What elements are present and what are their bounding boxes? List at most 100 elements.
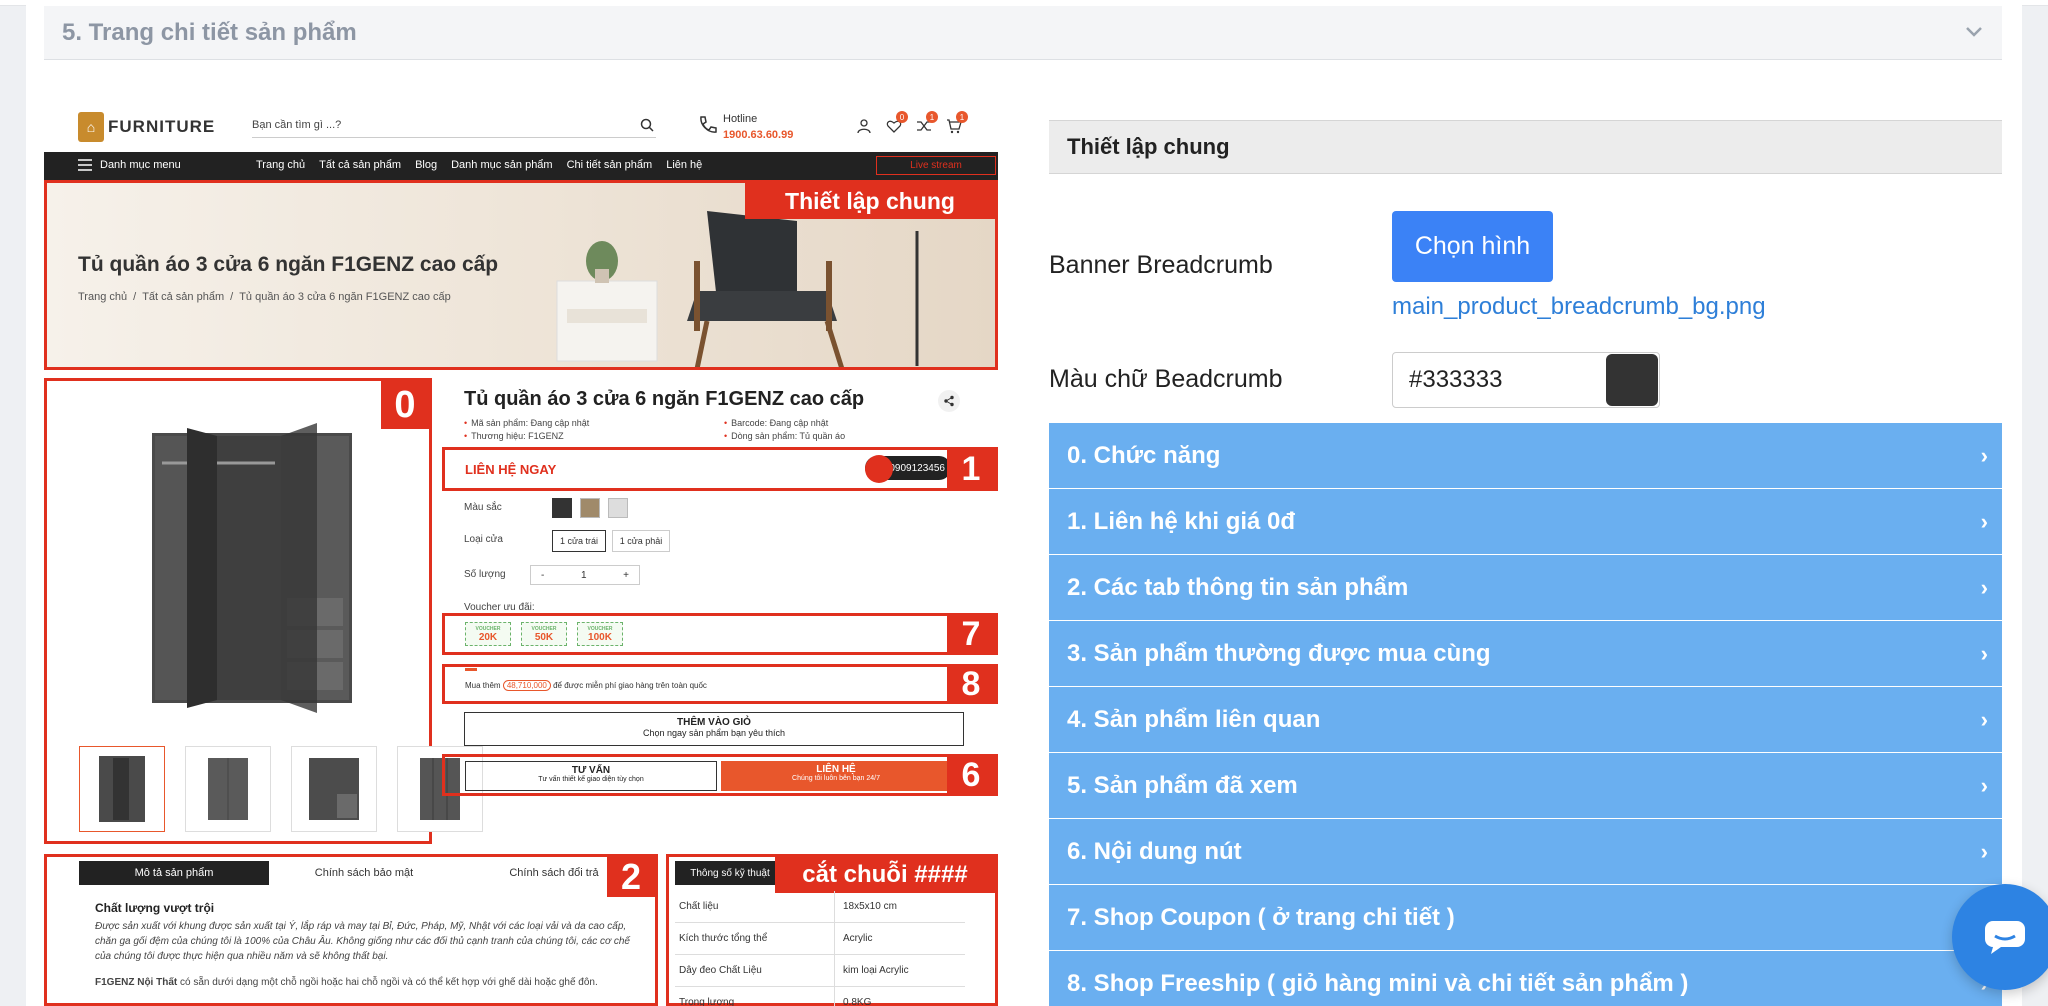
accordion-label: 8. Shop Freeship ( giỏ hàng mini và chi …: [1067, 969, 1689, 997]
nav-live-stream: Live stream: [876, 156, 996, 175]
cart-badge: 1: [956, 111, 968, 123]
accordion-item-functions[interactable]: 0. Chức năng ›: [1049, 423, 2002, 489]
chevron-right-icon: ›: [1980, 575, 1988, 600]
contact-sub: Chúng tôi luôn bên bạn 24/7: [792, 775, 880, 782]
accordion-item-button-content[interactable]: 6. Nội dung nút ›: [1049, 819, 2002, 885]
nav-links: Trang chủ Tất cả sản phẩm Blog Danh mục …: [256, 159, 702, 171]
wardrobe-image: [152, 423, 352, 713]
annotation-box-freeship: Mua thêm 48,710,000 để được miễn phí gia…: [442, 664, 998, 704]
banner-file-link[interactable]: main_product_breadcrumb_bg.png: [1392, 293, 1766, 321]
accordion-item-shop-coupon[interactable]: 7. Shop Coupon ( ở trang chi tiết )›: [1049, 885, 2002, 951]
chat-widget-button[interactable]: [1952, 884, 2048, 990]
chevron-down-icon[interactable]: [1960, 18, 1988, 46]
consult-button-preview: TƯ VẤN Tư vấn thiết kế giao diện tùy chọ…: [465, 761, 717, 791]
annotation-box-contact: LIÊN HỆ NGAY 0909123456 1: [442, 447, 998, 491]
accordion-label: 3. Sản phẩm thường được mua cùng: [1067, 639, 1491, 667]
breadcrumb-separator: /: [133, 291, 137, 303]
preview-logo: ⌂ FURNITURE: [78, 112, 215, 142]
accordion-label: 1. Liên hệ khi giá 0đ: [1067, 507, 1296, 535]
voucher-value: 20K: [478, 631, 498, 643]
description-body: Được sản xuất với khung được sản xuất tạ…: [95, 921, 630, 962]
spec-value: kim loại Acrylic: [843, 965, 909, 976]
voucher-chip: VOUCHER 100K: [577, 622, 623, 646]
chevron-right-icon: ›: [1980, 773, 1988, 798]
nav-link-contact: Liên hệ: [666, 159, 703, 171]
annotation-number-0: 0: [381, 381, 429, 429]
spec-annotation-tag: cắt chuỗi ####: [775, 857, 995, 893]
logo-text: FURNITURE: [108, 117, 216, 136]
product-tabs: Mô tả sản phẩm Chính sách bảo mật Chính …: [79, 861, 649, 885]
annotation-number-6: 6: [947, 756, 995, 794]
spec-table: Chất liệu 18x5x10 cm Kích thước tổng thể A…: [675, 891, 965, 1006]
breadcrumb-color-label: Màu chữ Beadcrumb: [1049, 365, 1283, 393]
accordion-item-product-tabs[interactable]: 2. Các tab thông tin sản phẩm ›: [1049, 555, 2002, 621]
accordion-item-bought-together[interactable]: 3. Sản phẩm thường được mua cùng ›: [1049, 621, 2002, 687]
description-heading: Chất lượng vượt trội: [95, 901, 215, 915]
hotline-label: Hotline: [723, 113, 758, 125]
preview-nav: Danh mục menu Trang chủ Tất cả sản phẩm …: [44, 152, 998, 180]
annotation-box-voucher: VOUCHER 20K VOUCHER 50K VOUCHER 100K 7: [442, 613, 998, 655]
accordion-item-related-products[interactable]: 4. Sản phẩm liên quan ›: [1049, 687, 2002, 753]
nav-link-product-detail: Chi tiết sản phẩm: [566, 159, 653, 171]
product-meta: Mã sản phẩm: Đang cập nhật Barcode: Đang…: [464, 418, 984, 441]
header-icons: 0 1 1: [856, 111, 968, 134]
color-swatch: [552, 498, 572, 518]
hotline-number: 1900.63.60.99: [723, 129, 794, 141]
preview-banner: Tủ quần áo 3 cửa 6 ngăn F1GENZ cao cấp T…: [44, 180, 998, 370]
consult-title: TƯ VẤN: [571, 765, 611, 776]
banner-breadcrumb-label: Banner Breadcrumb: [1049, 251, 1273, 279]
color-picker-swatch[interactable]: [1606, 354, 1658, 406]
wishlist-heart-icon: 0: [886, 111, 908, 134]
quantity-stepper: - 1 +: [530, 565, 640, 585]
voucher-label: Voucher ưu đãi:: [464, 602, 535, 613]
nav-link-all-products: Tất cả sản phẩm: [319, 159, 402, 171]
meta-type: Dòng sản phẩm: Tủ quần áo: [724, 431, 984, 441]
section-header[interactable]: 5. Trang chi tiết sản phẩm: [44, 6, 2002, 60]
banner-annotation-tag: Thiết lập chung: [745, 183, 995, 219]
accordion-item-viewed-products[interactable]: 5. Sản phẩm đã xem ›: [1049, 753, 2002, 819]
freeship-prefix: Mua thêm: [465, 681, 501, 690]
color-swatch: [608, 498, 628, 518]
compare-shuffle-icon: 1: [916, 111, 938, 134]
accordion-label: 0. Chức năng: [1067, 441, 1221, 469]
breadcrumb-item: Tất cả sản phẩm: [142, 291, 225, 303]
accordion-label: 5. Sản phẩm đã xem: [1067, 771, 1298, 799]
banner-title: Tủ quần áo 3 cửa 6 ngăn F1GENZ cao cấp: [78, 253, 499, 276]
spec-row: Dây đeo Chất Liệu kim loại Acrylic: [675, 955, 965, 987]
add-to-cart-title: THÊM VÀO GIỎ: [677, 717, 751, 728]
contact-phone: 0909123456: [889, 462, 945, 474]
accordion-item-contact-zero-price[interactable]: 1. Liên hệ khi giá 0đ ›: [1049, 489, 2002, 555]
user-icon: [857, 119, 871, 134]
search-icon: [640, 118, 654, 132]
annotation-box-specs: Thông số kỹ thuật cắt chuỗi #### Chất li…: [666, 854, 998, 1006]
gallery-thumbnail: [185, 746, 271, 832]
spec-row: Trọng lượng 0.8KG: [675, 987, 965, 1006]
spec-key: Kích thước tổng thể: [675, 923, 835, 954]
banner-breadcrumb: Trang chủ / Tất cả sản phẩm / Tủ quần áo…: [78, 291, 451, 303]
add-to-cart-preview: THÊM VÀO GIỎ Chọn ngay sản phẩm bạn yêu …: [464, 712, 964, 746]
freeship-progress: [465, 668, 477, 671]
settings-heading: Thiết lập chung: [1049, 120, 2002, 174]
spec-key: Dây đeo Chất Liệu: [675, 955, 835, 986]
nav-link-categories: Danh mục sản phẩm: [451, 159, 553, 171]
breadcrumb-item: Trang chủ: [78, 291, 128, 303]
meta-code: Mã sản phẩm: Đang cập nhật: [464, 418, 724, 428]
description-body-2: F1GENZ Nội Thất có sẵn dưới dạng một chỗ…: [95, 977, 635, 988]
meta-brand: Thương hiệu: F1GENZ: [464, 431, 724, 441]
consult-sub: Tư vấn thiết kế giao diện tùy chọn: [538, 776, 644, 783]
nav-menu: Danh mục menu: [78, 159, 181, 171]
color-swatch: [580, 498, 600, 518]
logo-house-icon: ⌂: [78, 112, 104, 142]
voucher-value: 100K: [588, 631, 612, 643]
annotation-box-gallery: 0: [44, 378, 483, 844]
spec-tab: Thông số kỹ thuật: [675, 861, 785, 885]
accordion-item-shop-freeship[interactable]: 8. Shop Freeship ( giỏ hàng mini và chi …: [1049, 951, 2002, 1006]
choose-image-button[interactable]: Chọn hình: [1392, 211, 1553, 282]
section-title: 5. Trang chi tiết sản phẩm: [62, 18, 357, 46]
breadcrumb-separator: /: [230, 291, 234, 303]
product-title: Tủ quần áo 3 cửa 6 ngăn F1GENZ cao cấp: [464, 388, 865, 410]
voucher-value: 50K: [534, 631, 554, 643]
contact-title: LIÊN HỆ: [816, 764, 856, 775]
accordion-label: 7. Shop Coupon ( ở trang chi tiết ): [1067, 903, 1455, 931]
chevron-right-icon: ›: [1980, 839, 1988, 864]
